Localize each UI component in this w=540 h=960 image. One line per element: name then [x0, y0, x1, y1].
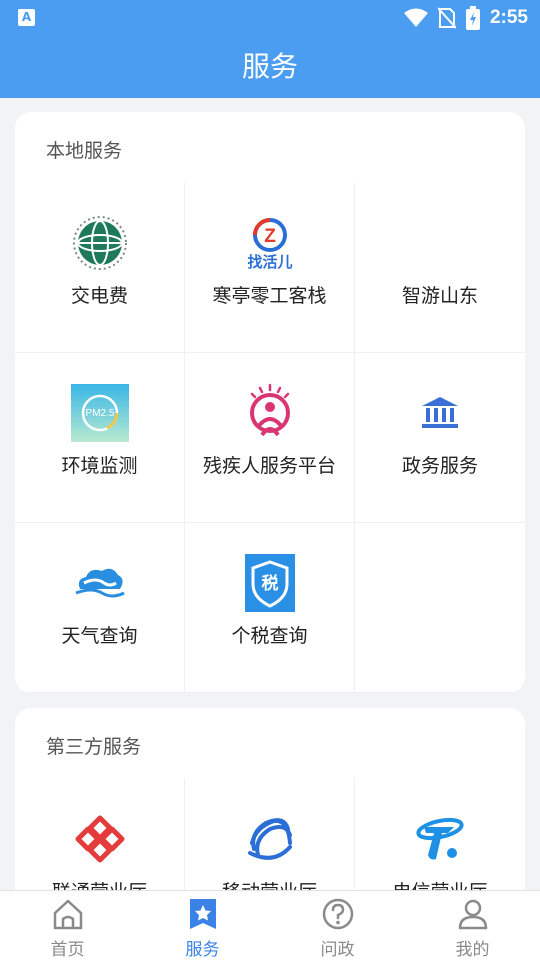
- service-item-china-telecom[interactable]: 电信营业厅: [355, 779, 525, 908]
- service-label: 智游山东: [401, 285, 478, 307]
- svg-text:Z: Z: [264, 226, 276, 247]
- disabled-service-icon: [240, 383, 300, 443]
- tab-mine[interactable]: 我的: [405, 891, 540, 960]
- zhaohuoer-icon: Z 找活儿: [240, 213, 300, 273]
- svg-text:税: 税: [261, 573, 278, 594]
- third-party-grid: 联通营业厅 移动营业厅: [15, 779, 525, 908]
- no-sim-icon: [437, 7, 456, 29]
- service-label: 政务服务: [401, 455, 478, 477]
- third-party-services-card: 第三方服务 联通营业厅: [15, 708, 525, 908]
- battery-charging-icon: [465, 6, 480, 30]
- clock: 2:55: [489, 7, 528, 28]
- service-item-electricity[interactable]: 交电费: [15, 183, 185, 353]
- china-mobile-icon: [240, 809, 300, 869]
- local-services-card: 本地服务 交电费 Z 找活儿 寒亭零工客栈 智游山东 PM2.5 环境监测 残疾…: [15, 112, 525, 693]
- tab-service[interactable]: 服务: [135, 891, 270, 960]
- question-icon: [322, 898, 353, 930]
- government-building-icon: [410, 383, 470, 443]
- tab-home[interactable]: 首页: [0, 891, 135, 960]
- service-star-icon: [189, 899, 216, 929]
- section-title: 本地服务: [46, 140, 123, 162]
- home-icon: [53, 899, 82, 930]
- service-item-china-mobile[interactable]: 移动营业厅: [185, 779, 355, 908]
- service-item-china-unicom[interactable]: 联通营业厅: [15, 779, 185, 908]
- page-title: 服务: [0, 36, 540, 98]
- section-title: 第三方服务: [46, 736, 142, 758]
- status-bar: A 2:55: [0, 0, 540, 36]
- service-item-government[interactable]: 政务服务: [355, 353, 525, 523]
- pm25-icon: PM2.5: [70, 383, 130, 443]
- service-label: 残疾人服务平台: [202, 455, 336, 477]
- service-label: 环境监测: [61, 455, 138, 477]
- service-item-weather[interactable]: 天气查询: [15, 523, 185, 693]
- user-icon: [458, 899, 487, 930]
- wifi-icon: [403, 8, 428, 27]
- tab-label: 首页: [50, 940, 85, 960]
- service-label: 天气查询: [61, 625, 138, 647]
- state-grid-icon: [70, 213, 130, 273]
- svg-text:PM2.5: PM2.5: [85, 408, 114, 419]
- china-telecom-icon: [410, 809, 470, 869]
- tab-label: 服务: [185, 940, 220, 960]
- tax-shield-icon: 税: [240, 553, 300, 613]
- service-item-hanting-gig[interactable]: Z 找活儿 寒亭零工客栈: [185, 183, 355, 353]
- tab-label: 我的: [455, 940, 490, 960]
- service-item-environment[interactable]: PM2.5 环境监测: [15, 353, 185, 523]
- service-item-zhiyou-shandong[interactable]: 智游山东: [355, 183, 525, 353]
- empty-cell: [355, 523, 525, 693]
- bottom-tab-bar: 首页 服务 问政 我的: [0, 890, 540, 960]
- status-indicators: 2:55: [403, 6, 528, 30]
- service-label: 交电费: [70, 285, 128, 307]
- local-services-grid: 交电费 Z 找活儿 寒亭零工客栈 智游山东 PM2.5 环境监测 残疾人服务平台…: [15, 183, 525, 693]
- service-item-income-tax[interactable]: 税 个税查询: [185, 523, 355, 693]
- notification-icon: A: [18, 9, 35, 26]
- tab-label: 问政: [320, 940, 355, 960]
- weather-cloud-icon: [70, 553, 130, 613]
- tab-inquiry[interactable]: 问政: [270, 891, 405, 960]
- service-label: 寒亭零工客栈: [212, 285, 327, 307]
- service-label: 个税查询: [231, 625, 308, 647]
- svg-text:找活儿: 找活儿: [247, 253, 292, 271]
- china-unicom-icon: [70, 809, 130, 869]
- service-item-disabled-platform[interactable]: 残疾人服务平台: [185, 353, 355, 523]
